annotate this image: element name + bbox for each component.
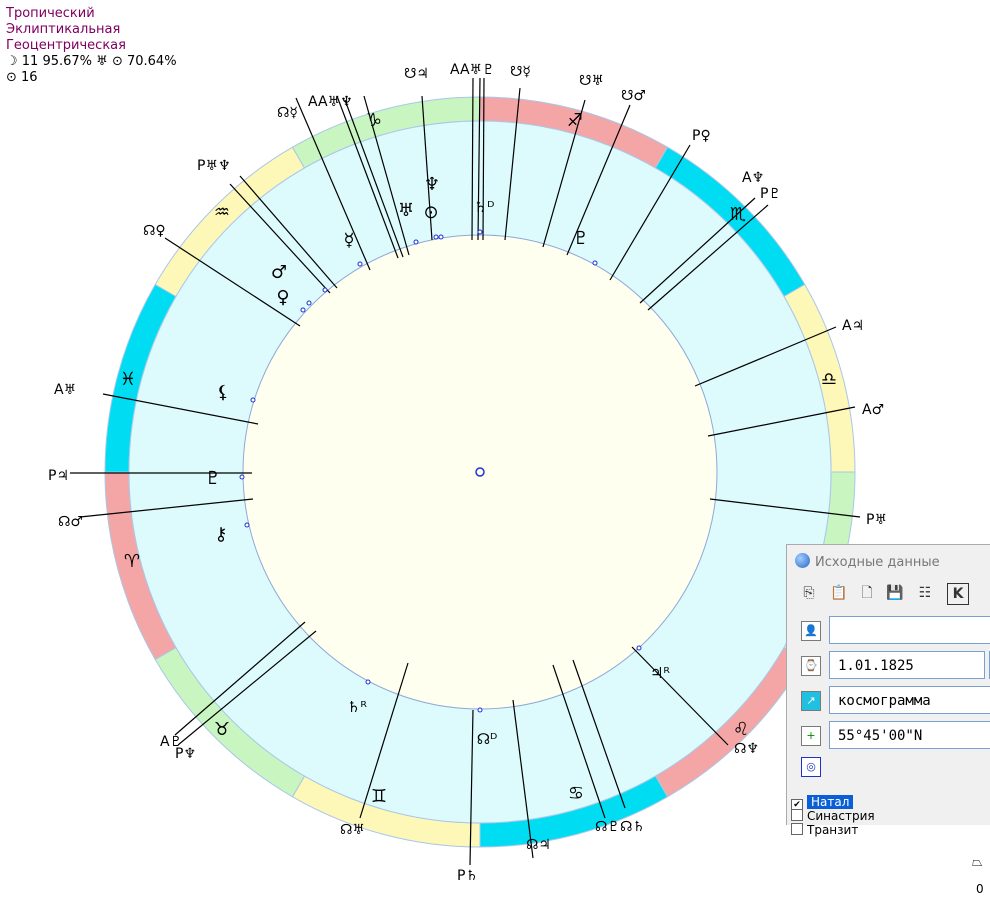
pisces-glyph: ♓ (120, 369, 136, 390)
pluto-glyph: ♇ (573, 228, 589, 249)
leo-glyph: ♌ (733, 719, 749, 740)
new-file-icon[interactable]: 🗋 (857, 583, 877, 603)
date-field[interactable]: 1.01.1825 (829, 651, 985, 679)
outer-label-15: ☊♇☊♄ (595, 819, 645, 835)
calendar-icon: ⌚ (801, 656, 821, 676)
libra-glyph: ♎ (821, 369, 837, 390)
paste-icon[interactable]: 📋 (829, 583, 849, 603)
bottom-glyph: ⏢ (972, 855, 983, 870)
app-icon (795, 553, 810, 568)
chiron-glyph: ⚷ (214, 524, 227, 545)
lilith-glyph: ⚸ (216, 382, 229, 403)
outer-label-24: ☊♀ (143, 223, 166, 239)
copy-icon[interactable]: ⎘ (799, 583, 819, 603)
cancer-glyph: ♋ (568, 783, 584, 804)
outer-label-11: A♃ (842, 318, 864, 334)
outer-label-17: P♄ (457, 868, 478, 884)
outer-label-5: ☋☿ (510, 64, 531, 80)
mars-glyph: ♂ (271, 262, 287, 283)
jupiter-retro-glyph: ♃ᴿ (650, 664, 670, 682)
outer-label-8: P♀ (692, 128, 711, 144)
sun-glyph: ⊙ (423, 202, 438, 223)
outer-label-10: P♇ (760, 186, 781, 202)
panel-title: Исходные данные (795, 553, 940, 570)
outer-label-21: ☊♂ (58, 514, 83, 530)
outer-label-14: ☊♆ (734, 741, 759, 757)
outer-label-23: A♅ (54, 382, 76, 398)
outer-label-3: ☋♃ (404, 66, 429, 82)
outer-label-16: ☊♃ (526, 837, 551, 853)
neptune-glyph: ♆ (424, 174, 440, 195)
natal-checkbox[interactable]: ✔ Натал (791, 795, 854, 811)
k-button[interactable]: K (947, 583, 969, 605)
gemini-glyph: ♊ (371, 786, 387, 807)
saturn-direct-glyph: ♄ᴰ (474, 198, 495, 216)
location-icon: ↗ (801, 691, 821, 711)
synastry-checkbox[interactable]: Синастрия (791, 809, 875, 823)
save-icon[interactable]: 💾 (885, 583, 905, 603)
uranus-glyph: ♅ (398, 200, 414, 221)
aquarius-glyph: ♒ (214, 202, 230, 223)
scorpio-glyph: ♏ (730, 204, 746, 225)
outer-label-22: P♃ (48, 468, 69, 484)
outer-label-12: A♂ (862, 402, 884, 418)
person-icon: 👤 (801, 621, 821, 641)
source-data-panel: Исходные данные ⎘ 📋 🗋 💾 ☷ K 👤 ⌚ 1.01.182… (786, 544, 990, 837)
venus-glyph: ♀ (276, 287, 289, 308)
outer-label-20: P♆ (175, 746, 196, 762)
latitude-icon: + (801, 726, 821, 746)
node-direct-glyph: ☊ᴰ (477, 730, 498, 748)
transit-checkbox[interactable]: Транзит (791, 823, 858, 837)
pluto-glyph-2: ♇ (205, 468, 221, 489)
outer-label-6: ☋♅ (579, 73, 604, 89)
city-field[interactable]: космограмма (829, 686, 990, 714)
table-icon[interactable]: ☷ (915, 583, 935, 603)
taurus-glyph: ♉ (214, 719, 230, 740)
saturn-retro-glyph: ♄ᴿ (347, 698, 367, 716)
outer-label-1: ☊☿ (277, 105, 298, 121)
latitude-field[interactable]: 55°45'00"N (829, 721, 990, 749)
outer-label-2: AA♅♆ (308, 94, 353, 110)
outer-label-25: P♅♆ (197, 158, 231, 174)
mercury-glyph: ☿ (343, 230, 354, 251)
outer-label-13: P♅ (866, 512, 887, 528)
globe-icon[interactable]: ◎ (801, 757, 821, 777)
center-circle (242, 234, 718, 710)
outer-label-9: A♆ (742, 170, 764, 186)
outer-label-18: ☊♅ (340, 822, 365, 838)
outer-label-7: ☋♂ (621, 88, 646, 104)
name-field[interactable] (829, 616, 990, 644)
bottom-number: 0 (976, 882, 984, 896)
aries-glyph: ♈ (124, 551, 140, 572)
outer-label-4: AA♅♇ (450, 62, 495, 78)
